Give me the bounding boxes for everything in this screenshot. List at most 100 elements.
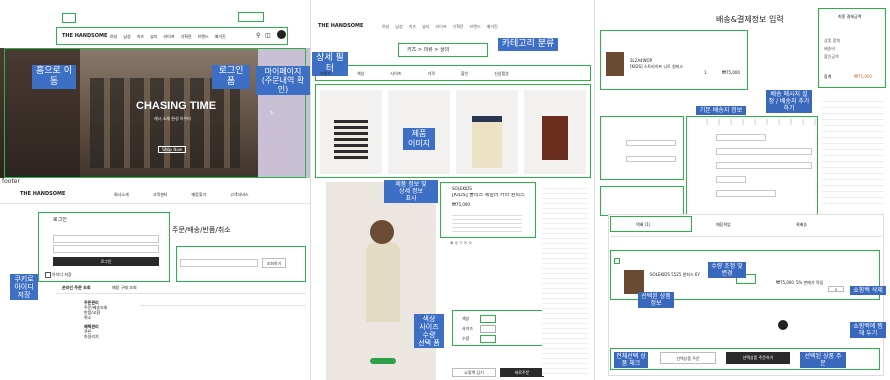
nav-item[interactable]: 뷰티	[150, 34, 157, 39]
filter-item[interactable]: 할인	[461, 71, 468, 76]
filter-item[interactable]: 사이즈	[390, 71, 401, 76]
footer-link[interactable]: 매장찾기	[191, 192, 206, 197]
recipient-field[interactable]	[716, 176, 746, 183]
menu-icon[interactable]	[277, 30, 286, 39]
order-item-thumb	[606, 52, 624, 76]
nav-item[interactable]: 남성	[395, 24, 402, 29]
phone-field[interactable]	[716, 190, 776, 197]
footer-label: footer	[2, 178, 20, 185]
product-thumb[interactable]	[456, 90, 518, 174]
order-item-qty: 1	[704, 70, 707, 75]
cart-tab-delivery[interactable]	[610, 216, 692, 232]
remember-label: 아이디 저장	[52, 272, 72, 277]
breadcrumb: 키즈 > 의류 > 상의	[407, 47, 450, 53]
callout-apply: 배송 메시지 설정 / 배송지 추가하기	[766, 90, 812, 113]
product-price: ₩75,000	[452, 202, 470, 207]
product-description	[452, 212, 522, 232]
product-thumb[interactable]	[320, 90, 382, 174]
nav-item[interactable]: 라이프	[164, 34, 175, 39]
delete-button[interactable]: ×	[828, 286, 844, 292]
order-subtab-store[interactable]: 매장 구매 조회	[112, 285, 137, 290]
nav-item[interactable]: 남성	[123, 34, 130, 39]
footer-link[interactable]: 고객센터	[153, 192, 168, 197]
filter-item[interactable]: 브랜드	[320, 71, 331, 76]
size-select[interactable]	[480, 325, 496, 333]
cart-tab-label[interactable]: 퀵배송	[796, 222, 807, 227]
footer-link[interactable]: 고객서비스	[230, 192, 248, 197]
nav-item[interactable]: 브랜드	[470, 24, 481, 29]
nav-item[interactable]: 기획전	[453, 24, 464, 29]
breadcrumb-item[interactable]: 상의	[440, 47, 449, 53]
filter-item[interactable]: 색상	[357, 71, 364, 76]
shipping-tabs[interactable]	[696, 119, 816, 125]
nav-item[interactable]: 브랜드	[198, 34, 209, 39]
search-icon[interactable]: ⚲	[256, 32, 260, 39]
cart-tabs-divider	[610, 236, 882, 237]
login-button[interactable]: 로그인	[53, 257, 159, 266]
nav-item[interactable]: 뷰티	[422, 24, 429, 29]
bag-icon[interactable]: ◫	[265, 32, 271, 39]
mypage-menu: 주문관리 주문/배송조회 반품/교환 취소 혜택관리 쿠폰 마일리지	[84, 300, 132, 376]
footer-brand[interactable]: THE HANDSOME	[20, 191, 65, 197]
callout-delivery-info: 기본 배송지 정보	[696, 106, 746, 115]
terms-text	[822, 96, 884, 206]
cart-item-thumb	[624, 270, 644, 294]
nav-item[interactable]: 키즈	[409, 24, 416, 29]
order-search-button[interactable]: 조회하기	[262, 258, 286, 268]
color-select[interactable]	[480, 315, 496, 323]
main-nav: 여성 남성 키즈 뷰티 라이프 기획전 브랜드 매거진	[110, 34, 250, 39]
order-item-price: ₩75,000	[722, 70, 740, 75]
filter-item[interactable]: 가격	[427, 71, 434, 76]
add-to-bag-button[interactable]: 쇼핑백 담기	[452, 368, 496, 377]
nav-item[interactable]: 매거진	[487, 24, 498, 29]
address-detail-field[interactable]	[716, 148, 812, 155]
product-panel: THE HANDSOME 여성 남성 키즈 뷰티 라이프 기획전 브랜드 매거진 키즈 > 의…	[312, 0, 595, 380]
mypage-menu-item[interactable]: 마일리지	[84, 334, 132, 339]
cart-tab-label[interactable]: 매장픽업	[716, 222, 731, 227]
brand-logo[interactable]: THE HANDSOME	[62, 33, 107, 39]
summary-total-label: 합계	[824, 74, 832, 79]
cart-item-checkbox[interactable]	[614, 258, 620, 264]
remember-checkbox[interactable]	[45, 272, 51, 278]
order-table-header-line	[140, 305, 306, 306]
order-divider	[56, 293, 306, 294]
order-all-button[interactable]: 선택상품 주문하기	[726, 352, 790, 364]
callout-selected-info: 선택된 상품 정보	[638, 292, 674, 308]
breadcrumb-item[interactable]: 의류	[424, 47, 433, 53]
product-image	[542, 116, 568, 160]
buy-now-button[interactable]: 바로주문	[500, 368, 544, 377]
orderer-email-field[interactable]	[626, 156, 676, 162]
product-brand[interactable]: SOLEKIDS	[452, 186, 472, 191]
top-banner-box	[62, 13, 76, 23]
orderer-phone-field[interactable]	[626, 140, 676, 146]
breadcrumb-item[interactable]: 키즈	[407, 47, 416, 53]
mypage-menu-item[interactable]: 취소	[84, 315, 132, 320]
order-selected-button[interactable]: 선택상품 주문	[660, 352, 716, 364]
sort-select[interactable]: 신상품순	[494, 71, 509, 76]
order-subtab-online[interactable]: 온라인 주문 조회	[62, 285, 91, 290]
callout-qty: 수량 조정 및 변경	[708, 262, 746, 278]
footer-links: 회사소개 고객센터 매장찾기 고객서비스	[114, 192, 294, 197]
address-field[interactable]	[716, 134, 766, 141]
login-id-input[interactable]: 아이디 또는 이메일을 입력해 주세요	[53, 235, 159, 252]
footer-link[interactable]: 회사소개	[114, 192, 129, 197]
product-thumb[interactable]	[524, 90, 586, 174]
nav-item[interactable]: 매거진	[215, 34, 226, 39]
nav-item[interactable]: 키즈	[137, 34, 144, 39]
nav-item[interactable]: 여성	[382, 24, 389, 29]
cart-tab-label: 택배 (1)	[636, 222, 651, 227]
summary-row: 배송비	[824, 46, 836, 51]
nav-item[interactable]: 라이프	[436, 24, 447, 29]
nav-item[interactable]: 여성	[110, 34, 117, 39]
product-name: [KIDS] 플리스 세일러 카라 원피스	[452, 193, 525, 198]
address-extra-field[interactable]	[716, 162, 812, 169]
summary-row: 상품 합계	[824, 38, 840, 43]
login-title: 로그인	[53, 217, 67, 223]
quantity-stepper[interactable]	[480, 335, 496, 343]
order-date-field[interactable]	[180, 259, 258, 267]
homepage-panel: THE HANDSOME 여성 남성 키즈 뷰티 라이프 기획전 브랜드 매거진 ⚲ ◫ CH…	[0, 0, 311, 380]
nav-item[interactable]: 기획전	[181, 34, 192, 39]
login-pw-input[interactable]: 비밀번호를 입력해 주세요	[53, 245, 159, 262]
brand-logo[interactable]: THE HANDSOME	[318, 23, 363, 29]
callout-home: 홈으로 이동	[32, 65, 76, 89]
